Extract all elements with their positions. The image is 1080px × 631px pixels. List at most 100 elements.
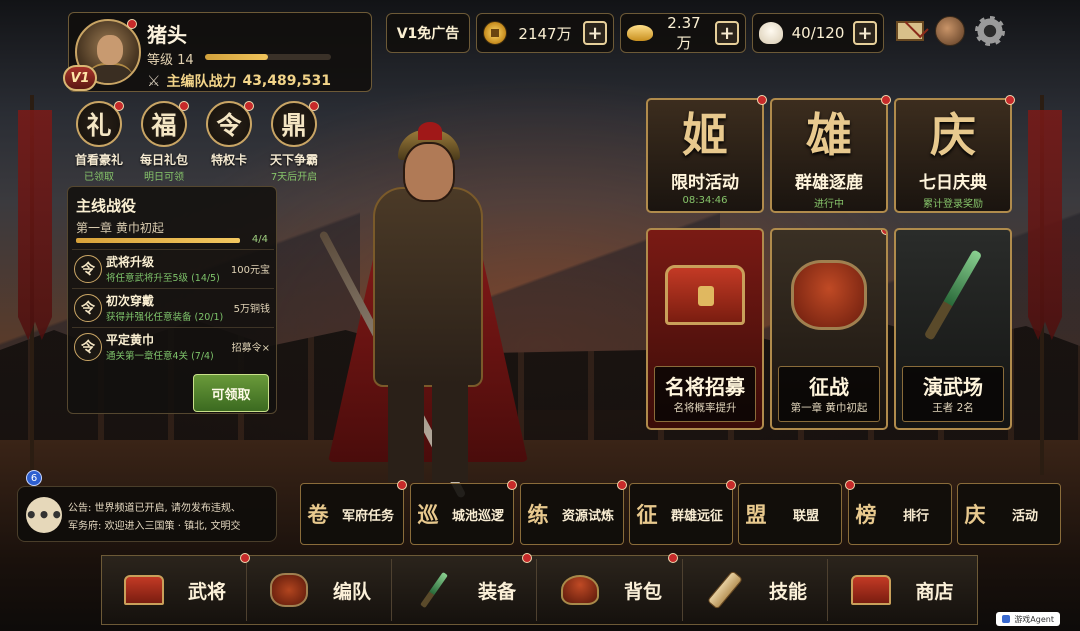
heroes-button[interactable]: [933, 14, 967, 48]
feature-sub: 名将概率提升: [673, 402, 737, 414]
task-info: 平定黄巾 通关第一章任意4关 (7/4): [106, 331, 232, 362]
event-status: 累计登录奖励: [923, 199, 983, 210]
celebration-glyph-icon: 庆: [964, 502, 986, 527]
agent-icon: [1002, 615, 1011, 623]
nav-icon-wrap: [265, 568, 313, 612]
steamed-bun-icon: [759, 22, 783, 44]
event-seven-day[interactable]: 庆 七日庆典 累计登录奖励: [894, 95, 1015, 213]
hero-character[interactable]: [318, 122, 538, 499]
stamina-value: 40/120: [791, 24, 845, 42]
event-timer: 08:34:46: [682, 195, 728, 206]
shortcut-status: 7天后开启: [270, 172, 318, 183]
event-title: 群雄逐鹿: [795, 173, 863, 193]
nav-backpack[interactable]: 背包: [542, 553, 683, 621]
nav-skills[interactable]: 技能: [687, 559, 828, 621]
stamina-resource: 40/120 +: [752, 13, 884, 53]
shortcut-world-hegemony[interactable]: 鼎 天下争霸 7天后开启: [262, 101, 326, 183]
exp-bar: [205, 54, 331, 60]
nav-label: 编队: [332, 580, 371, 603]
event-title: 限时活动: [671, 173, 739, 193]
nav-formation[interactable]: 编队: [251, 559, 392, 621]
add-copper-button[interactable]: +: [583, 21, 607, 45]
shortcut-first-gift[interactable]: 礼 首看豪礼 已领取: [67, 101, 131, 183]
shortcut-label: 每日礼包: [139, 153, 188, 167]
func-alliance[interactable]: 盟 联盟: [738, 483, 842, 545]
recruit-card[interactable]: 名将招募 名将概率提升: [646, 228, 764, 430]
quest-task[interactable]: 令 初次穿戴 获得并强化任意装备 (20/1) 5万铜钱: [72, 288, 274, 326]
train-glyph-icon: 练: [527, 502, 549, 527]
func-military-tasks[interactable]: 卷 军府任务: [300, 480, 407, 545]
arena-card[interactable]: 演武场 王者 2名: [894, 228, 1012, 430]
task-name: 初次穿戴: [106, 294, 155, 308]
add-stamina-button[interactable]: +: [853, 21, 877, 45]
func-label: 联盟: [792, 508, 819, 524]
agent-badge[interactable]: 游戏Agent: [996, 612, 1060, 626]
order-token-icon: 令: [206, 101, 254, 147]
cauldron-icon: 鼎: [271, 101, 319, 147]
nav-equipment[interactable]: 装备: [396, 553, 537, 621]
quest-progress-bar: [76, 238, 240, 243]
order-token-icon: 令: [74, 332, 102, 361]
vip-ad-free-button[interactable]: V1免广告: [386, 13, 470, 53]
campaign-card[interactable]: 征战 第一章 黄巾初起: [770, 228, 888, 430]
quest-task[interactable]: 令 平定黄巾 通关第一章任意4关 (7/4) 招募令×: [72, 327, 274, 365]
patrol-glyph-icon: 巡: [417, 502, 439, 527]
func-activity[interactable]: 庆 活动: [957, 483, 1061, 545]
drum-icon: [270, 573, 308, 607]
claim-button[interactable]: 可领取: [193, 374, 269, 412]
arena-caption: 演武场 王者 2名: [902, 366, 1004, 422]
shop-chest-icon: [851, 575, 891, 605]
war-drum-icon: [791, 260, 867, 330]
event-title: 七日庆典: [919, 173, 987, 193]
event-limited-time[interactable]: 姬 限时活动 08:34:46: [646, 95, 767, 213]
quest-progress-fill: [76, 238, 240, 243]
shortcut-daily-pack[interactable]: 福 每日礼包 明日可领: [132, 101, 196, 183]
func-city-patrol[interactable]: 巡 城池巡逻: [410, 480, 517, 545]
level-label: 等级 14: [147, 53, 194, 68]
notification-dot: [114, 101, 124, 111]
event-glyph: 雄: [806, 108, 852, 162]
hero-armor: [373, 187, 483, 387]
player-card[interactable]: V1 猪头 等级 14 ⚔ 主编队战力 43,489,531: [63, 12, 372, 92]
shortcut-privilege-card[interactable]: 令 特权卡: [197, 101, 261, 168]
quest-task[interactable]: 令 武将升级 将任意武将升至5级 (14/5) 100元宝: [72, 249, 274, 287]
nav-icon-wrap: [847, 568, 895, 612]
func-expedition[interactable]: 征 群雄远征: [629, 480, 736, 545]
add-gold-button[interactable]: +: [715, 21, 739, 45]
campaign-caption: 征战 第一章 黄巾初起: [778, 366, 880, 422]
sword-icon: [420, 571, 448, 609]
task-desc: 通关第一章任意4关 (7/4): [106, 351, 214, 362]
war-banner: [18, 110, 52, 340]
copper-resource: 2147万 +: [476, 13, 614, 53]
notification-dot: [617, 480, 627, 490]
notification-dot: [179, 101, 189, 111]
notification-dot: [309, 101, 319, 111]
func-ranking[interactable]: 榜 排行: [845, 480, 952, 545]
task-desc: 将任意武将升至5级 (14/5): [106, 273, 220, 284]
notification-dot: [726, 480, 736, 490]
shortcut-label: 特权卡: [210, 153, 247, 167]
social-badge[interactable]: 6: [26, 470, 42, 486]
alliance-glyph-icon: 盟: [745, 502, 767, 527]
mail-button[interactable]: [893, 14, 927, 48]
shortcut-glyph: 鼎: [281, 111, 307, 140]
feature-title: 征战: [809, 375, 849, 399]
func-resource-trial[interactable]: 练 资源试炼: [520, 480, 627, 545]
nav-label: 技能: [768, 580, 807, 603]
chat-panel[interactable]: ••• 公告: 世界频道已开启, 请勿发布违规、 军务府: 欢迎进入三国策 · …: [17, 486, 277, 542]
shortcut-glyph: 礼: [86, 111, 112, 140]
nav-shop[interactable]: 商店: [833, 559, 974, 621]
helmet-bag-icon: [561, 575, 599, 605]
chat-bubble-icon[interactable]: •••: [25, 497, 63, 533]
feature-title: 演武场: [923, 375, 983, 399]
agent-label: 游戏Agent: [1014, 614, 1054, 624]
nav-generals[interactable]: 武将: [106, 553, 250, 621]
shortcut-label: 首看豪礼: [74, 153, 123, 167]
event-heroes-contest[interactable]: 雄 群雄逐鹿 进行中: [770, 95, 891, 213]
settings-button[interactable]: [973, 14, 1007, 48]
main-quest-panel: 主线战役 第一章 黄巾初起 4/4 令 武将升级 将任意武将升至5级 (14/5…: [67, 186, 277, 414]
notification-dot: [845, 480, 855, 490]
hero-plume: [418, 122, 442, 140]
nav-label: 背包: [623, 580, 662, 603]
vip-badge[interactable]: V1: [63, 65, 97, 91]
